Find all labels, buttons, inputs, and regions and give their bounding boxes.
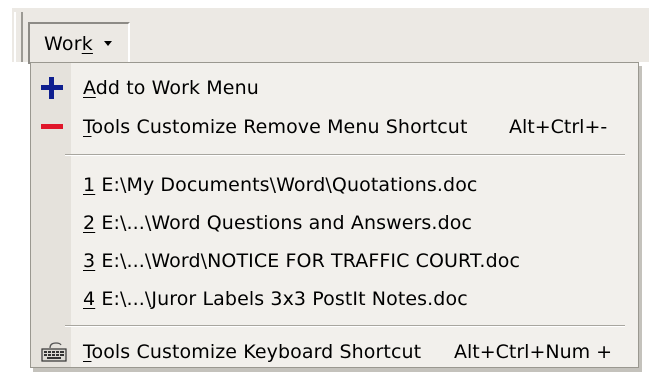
recent-file-label: 4 E:\...\Juror Labels 3x3 PostIt Notes.d… (83, 288, 468, 310)
toolbar-grip-handle[interactable] (14, 12, 23, 62)
menu-item-shortcut: Alt+Ctrl+- (509, 116, 608, 138)
menu-item-label: Tools Customize Remove Menu Shortcut (83, 116, 468, 138)
recent-file-item[interactable]: 2 E:\...\Word Questions and Answers.doc (31, 205, 638, 239)
add-to-work-menu-item[interactable]: Add to Work Menu (31, 70, 638, 104)
menu-item-shortcut: Alt+Ctrl+Num + (454, 341, 613, 363)
minus-icon (41, 124, 63, 129)
recent-file-label: 1 E:\My Documents\Word\Quotations.doc (83, 174, 478, 196)
recent-file-label: 3 E:\...\Word\NOTICE FOR TRAFFIC COURT.d… (83, 250, 520, 272)
recent-file-item[interactable]: 4 E:\...\Juror Labels 3x3 PostIt Notes.d… (31, 281, 638, 315)
menu-item-label: Tools Customize Keyboard Shortcut (83, 341, 422, 363)
chevron-down-icon (104, 41, 112, 46)
customize-keyboard-shortcut-item[interactable]: Tools Customize Keyboard Shortcut Alt+Ct… (31, 334, 638, 368)
menu-separator (65, 325, 625, 327)
work-menu-button[interactable]: Work (28, 22, 130, 64)
remove-menu-shortcut-item[interactable]: Tools Customize Remove Menu Shortcut Alt… (31, 109, 638, 143)
recent-file-label: 2 E:\...\Word Questions and Answers.doc (83, 212, 472, 234)
work-menu-title: Work (44, 33, 93, 55)
menu-separator (65, 154, 625, 156)
toolbar: Work (0, 0, 649, 64)
menu-item-label: Add to Work Menu (83, 77, 259, 99)
plus-icon (41, 77, 63, 99)
recent-file-item[interactable]: 3 E:\...\Word\NOTICE FOR TRAFFIC COURT.d… (31, 243, 638, 277)
recent-file-item[interactable]: 1 E:\My Documents\Word\Quotations.doc (31, 167, 638, 201)
keyboard-icon (41, 342, 67, 362)
work-menu-dropdown: Add to Work Menu Tools Customize Remove … (30, 62, 639, 368)
